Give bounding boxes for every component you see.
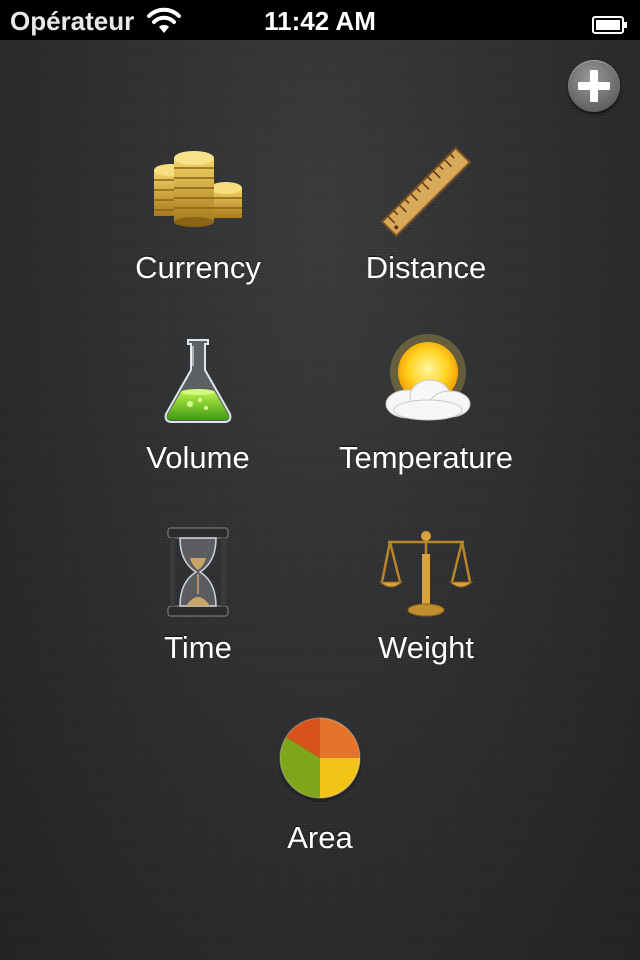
category-time[interactable]: Time: [70, 524, 310, 694]
category-label-temperature: Temperature: [338, 440, 514, 475]
category-label-currency: Currency: [135, 250, 261, 285]
category-area[interactable]: Area: [192, 714, 432, 884]
category-label-time: Time: [164, 630, 232, 665]
add-button[interactable]: [568, 60, 620, 112]
sun-cloud-icon: [378, 334, 474, 430]
category-distance[interactable]: Distance: [298, 144, 538, 314]
category-label-volume: Volume: [146, 440, 250, 475]
scale-icon: [378, 524, 474, 620]
status-bar: Opérateur 11:42 AM: [0, 0, 640, 40]
pie-chart-icon: [272, 714, 368, 810]
hourglass-icon: [150, 524, 246, 620]
status-time: 11:42 AM: [264, 6, 376, 36]
category-currency[interactable]: Currency: [70, 144, 310, 314]
coins-icon: [150, 144, 246, 240]
ruler-icon: [378, 144, 474, 240]
category-temperature[interactable]: Temperature: [298, 334, 538, 504]
plus-icon: [578, 70, 610, 102]
category-label-weight: Weight: [378, 630, 474, 665]
category-label-distance: Distance: [365, 250, 487, 285]
flask-icon: [150, 334, 246, 430]
category-label-area: Area: [287, 820, 353, 855]
category-volume[interactable]: Volume: [70, 334, 310, 504]
main-panel: Currency Distance Volume Temperature Tim…: [0, 40, 640, 960]
battery-icon: [592, 10, 628, 34]
category-weight[interactable]: Weight: [298, 524, 538, 694]
